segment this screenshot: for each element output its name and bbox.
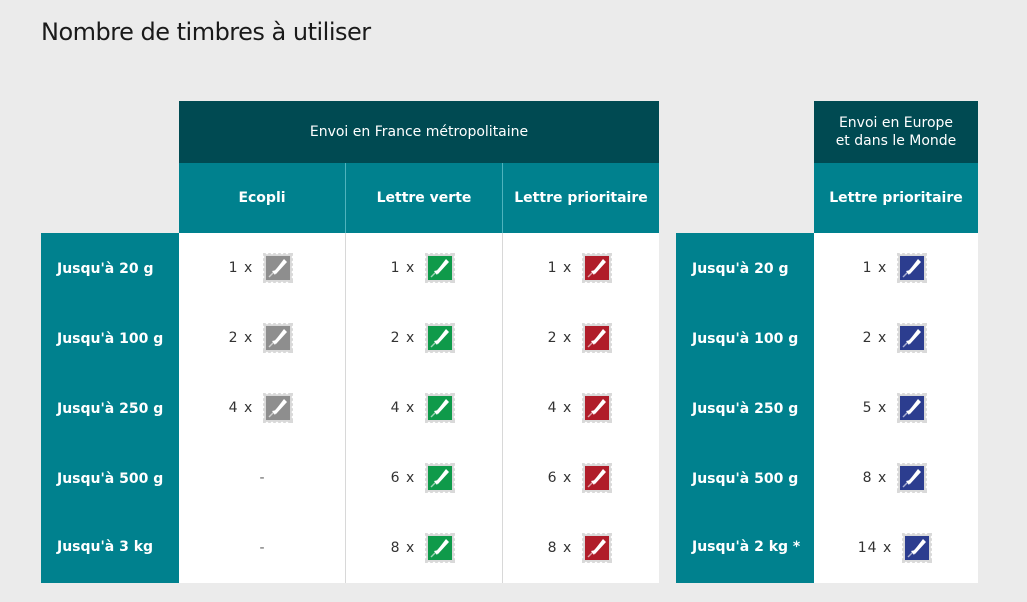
column-header-label: Lettre prioritaire [829, 190, 963, 206]
red-stamp-icon [580, 321, 614, 355]
stamp-count: 2 x [862, 330, 888, 346]
green-stamp-icon [423, 251, 457, 285]
world-500g-cell: 8 x [814, 443, 978, 513]
world-group-header-line1: Envoi en Europe [838, 115, 954, 131]
stamp-count: 14 x [857, 540, 893, 556]
column-header-label: Lettre prioritaire [514, 190, 648, 206]
prioritaire-100g-cell: 2 x [503, 303, 659, 373]
column-header-lettre-prioritaire: Lettre prioritaire [503, 163, 659, 233]
red-stamp-icon [580, 391, 614, 425]
verte-20g-cell: 1 x [346, 233, 502, 303]
prioritaire-3kg-cell: 8 x [503, 513, 659, 583]
stamp-count: 1 x [547, 260, 573, 276]
stamp-count: 1 x [862, 260, 888, 276]
column-header-label: Lettre verte [376, 190, 472, 206]
world-row-headers: Jusqu'à 20 g Jusqu'à 100 g Jusqu'à 250 g… [676, 233, 814, 583]
row-label-100g: Jusqu'à 100 g [57, 331, 164, 347]
verte-500g-cell: 6 x [346, 443, 502, 513]
row-label-500g: Jusqu'à 500 g [57, 471, 164, 487]
world-250g-cell: 5 x [814, 373, 978, 443]
green-stamp-icon [423, 531, 457, 565]
stamp-count: 2 x [547, 330, 573, 346]
world-20g-cell: 1 x [814, 233, 978, 303]
ecopli-3kg-cell: - [179, 513, 345, 583]
column-header-world-prioritaire: Lettre prioritaire [814, 163, 978, 233]
not-available-dash: - [259, 540, 265, 556]
world-2kg-cell: 14 x [814, 513, 978, 583]
world-group-header: Envoi en Europe et dans le Monde [814, 101, 978, 163]
prioritaire-250g-cell: 4 x [503, 373, 659, 443]
stamp-count: 2 x [228, 330, 254, 346]
stamp-count: 1 x [390, 260, 416, 276]
stamp-count: 8 x [547, 540, 573, 556]
green-stamp-icon [423, 391, 457, 425]
stamp-count: 6 x [390, 470, 416, 486]
france-data-panel: 1 x 1 x 1 x 2 x 2 x 2 x 4 x 4 x 4 x - 6 … [179, 233, 659, 583]
column-header-ecopli: Ecopli [179, 163, 345, 233]
stamp-count: 2 x [390, 330, 416, 346]
prioritaire-500g-cell: 6 x [503, 443, 659, 513]
grey-stamp-icon [261, 321, 295, 355]
stamp-count: 4 x [390, 400, 416, 416]
green-stamp-icon [423, 321, 457, 355]
france-group-header: Envoi en France métropolitaine [179, 101, 659, 163]
row-label-250g: Jusqu'à 250 g [57, 401, 164, 417]
row-label-3kg: Jusqu'à 3 kg [57, 539, 154, 555]
row-label-2kg: Jusqu'à 2 kg * [692, 539, 801, 555]
blue-stamp-icon [895, 321, 929, 355]
not-available-dash: - [259, 470, 265, 486]
ecopli-500g-cell: - [179, 443, 345, 513]
stamp-count: 6 x [547, 470, 573, 486]
stamp-count: 1 x [228, 260, 254, 276]
row-label-100g: Jusqu'à 100 g [692, 331, 799, 347]
column-header-lettre-verte: Lettre verte [346, 163, 502, 233]
stamp-count: 8 x [862, 470, 888, 486]
ecopli-100g-cell: 2 x [179, 303, 345, 373]
blue-stamp-icon [900, 531, 934, 565]
verte-250g-cell: 4 x [346, 373, 502, 443]
stamp-count: 4 x [547, 400, 573, 416]
verte-100g-cell: 2 x [346, 303, 502, 373]
row-label-250g: Jusqu'à 250 g [692, 401, 799, 417]
stamp-count: 5 x [862, 400, 888, 416]
stamp-count: 8 x [390, 540, 416, 556]
grey-stamp-icon [261, 251, 295, 285]
world-group-header-line2: et dans le Monde [835, 133, 957, 149]
blue-stamp-icon [895, 251, 929, 285]
blue-stamp-icon [895, 461, 929, 495]
world-data-panel: 1 x 2 x 5 x 8 x 14 x [814, 233, 978, 583]
green-stamp-icon [423, 461, 457, 495]
row-label-20g: Jusqu'à 20 g [692, 261, 789, 277]
row-label-20g: Jusqu'à 20 g [57, 261, 154, 277]
page-title: Nombre de timbres à utiliser [41, 18, 371, 46]
red-stamp-icon [580, 461, 614, 495]
divider [345, 163, 346, 233]
stamp-count: 4 x [228, 400, 254, 416]
world-100g-cell: 2 x [814, 303, 978, 373]
ecopli-250g-cell: 4 x [179, 373, 345, 443]
france-row-headers: Jusqu'à 20 g Jusqu'à 100 g Jusqu'à 250 g… [41, 233, 179, 583]
red-stamp-icon [580, 251, 614, 285]
divider [502, 163, 503, 233]
ecopli-20g-cell: 1 x [179, 233, 345, 303]
verte-3kg-cell: 8 x [346, 513, 502, 583]
grey-stamp-icon [261, 391, 295, 425]
row-label-500g: Jusqu'à 500 g [692, 471, 799, 487]
blue-stamp-icon [895, 391, 929, 425]
column-header-label: Ecopli [238, 190, 286, 206]
red-stamp-icon [580, 531, 614, 565]
prioritaire-20g-cell: 1 x [503, 233, 659, 303]
france-group-header-label: Envoi en France métropolitaine [309, 124, 529, 140]
